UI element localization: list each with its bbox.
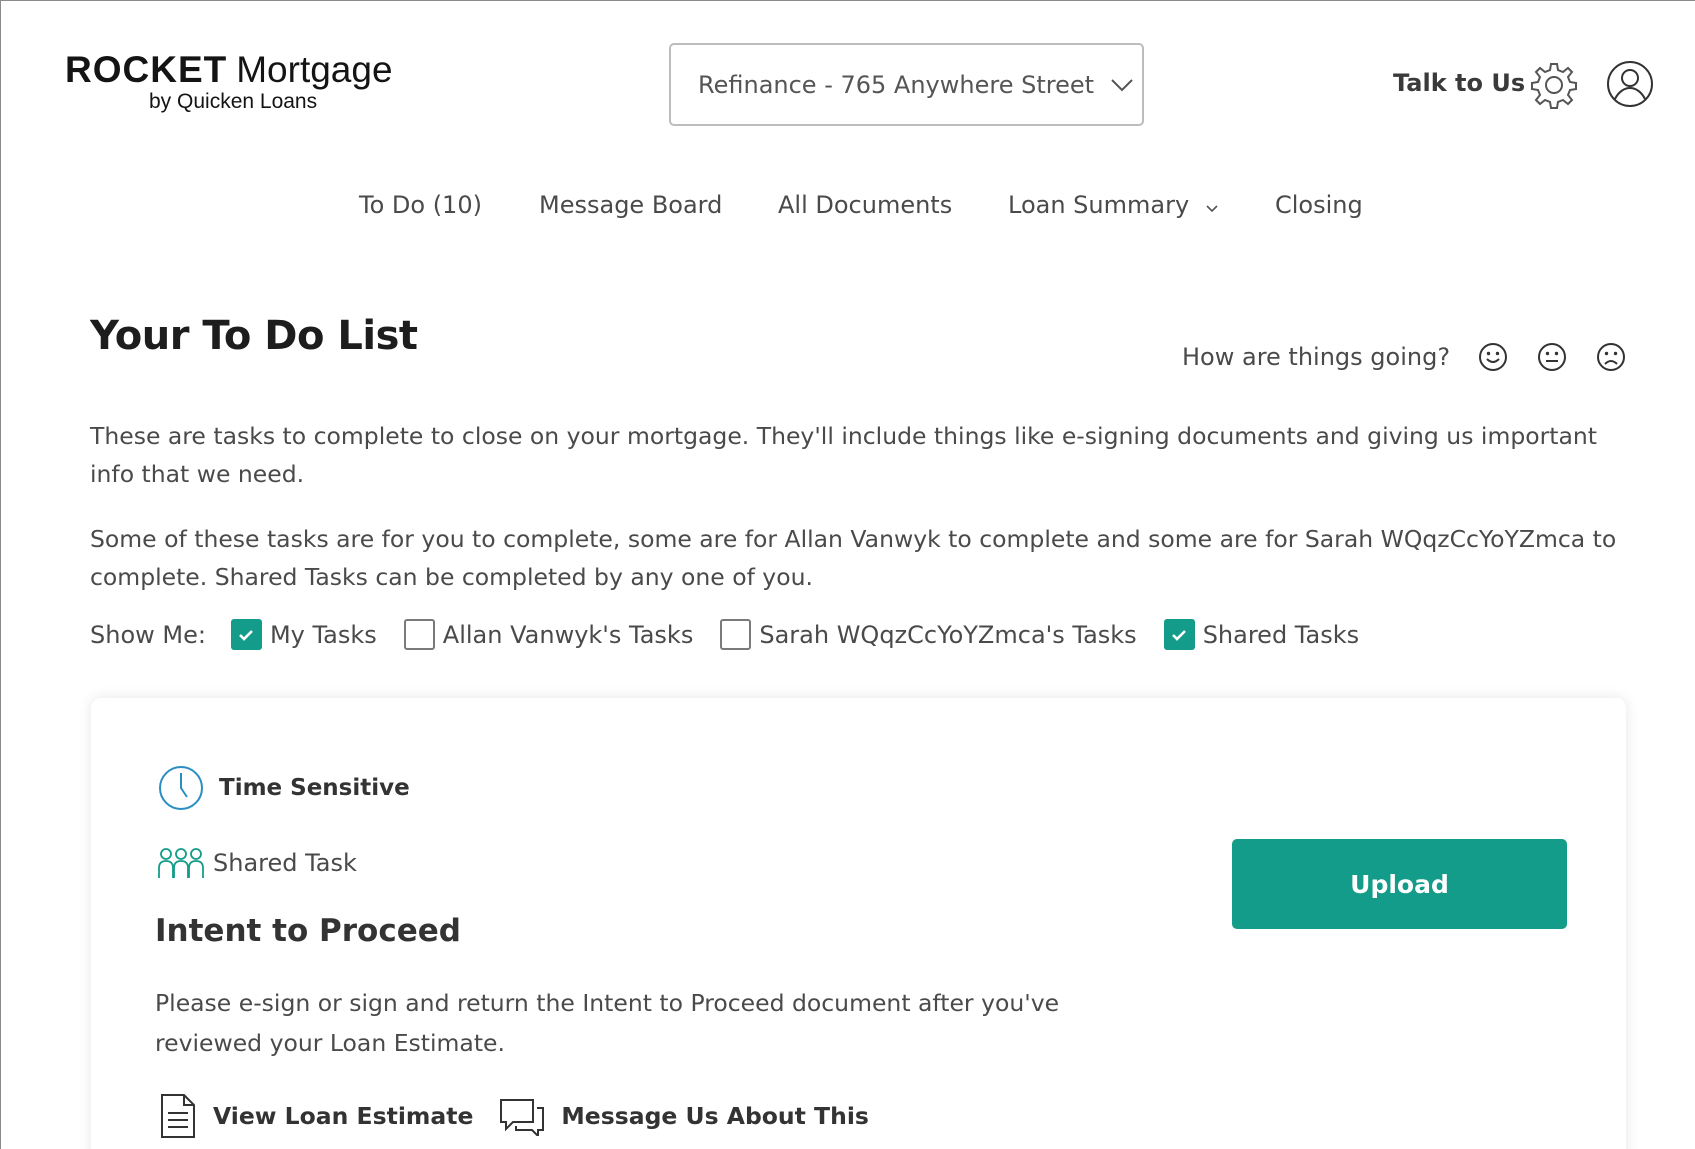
people-icon [158, 848, 204, 878]
nav-closing[interactable]: Closing [1275, 191, 1363, 219]
filter-label: My Tasks [269, 620, 377, 649]
filter-my-tasks[interactable]: My Tasks [230, 619, 377, 650]
user-account-icon[interactable] [1605, 59, 1655, 109]
task-links: View Loan Estimate Message Us About This [159, 1093, 895, 1139]
shared-task-tag: Shared Task [157, 846, 357, 880]
check-icon [1172, 629, 1187, 641]
nav-message-board[interactable]: Message Board [539, 191, 722, 219]
time-sensitive-label: Time Sensitive [219, 775, 410, 801]
shared-task-label: Shared Task [213, 849, 357, 877]
filter-allan-tasks[interactable]: Allan Vanwyk's Tasks [403, 619, 694, 650]
logo-subtitle: by Quicken Loans [149, 90, 318, 113]
nav-loan-summary[interactable]: Loan Summary [1008, 191, 1219, 220]
checkbox-unchecked[interactable] [720, 619, 752, 650]
filter-label: Shared Tasks [1202, 620, 1360, 649]
filter-sarah-tasks[interactable]: Sarah WQqzCcYoYZmca's Tasks [720, 619, 1137, 650]
task-owners-paragraph: Some of these tasks are for you to compl… [90, 525, 1617, 591]
view-loan-estimate-link[interactable]: View Loan Estimate [159, 1093, 473, 1139]
nav-loan-summary-label: Loan Summary [1008, 191, 1190, 219]
page-title: Your To Do List [90, 313, 418, 359]
filter-shared-tasks[interactable]: Shared Tasks [1163, 619, 1360, 650]
feedback-widget: How are things going? [1182, 341, 1627, 373]
main-nav: To Do (10) Message Board All Documents L… [1, 191, 1695, 223]
gear-icon[interactable] [1529, 60, 1579, 110]
logo-mortgage-text: Mortgage [236, 49, 393, 90]
app-frame: ROCKET Mortgage by Quicken Loans Refinan… [0, 0, 1695, 1149]
sad-face-icon[interactable] [1595, 341, 1627, 373]
document-icon [161, 1094, 195, 1138]
smile-icon[interactable] [1477, 341, 1509, 373]
loan-selector-value: Refinance - 765 Anywhere Street [698, 70, 1095, 99]
nav-all-documents[interactable]: All Documents [778, 191, 952, 219]
chevron-down-icon [1205, 192, 1219, 220]
upload-button[interactable]: Upload [1232, 839, 1567, 929]
clock-icon [159, 766, 203, 810]
neutral-face-icon[interactable] [1536, 341, 1568, 373]
checkbox-checked[interactable] [1163, 619, 1195, 650]
nav-todo[interactable]: To Do (10) [359, 191, 482, 219]
chevron-down-icon [1110, 77, 1134, 93]
time-sensitive-tag: Time Sensitive [157, 764, 410, 812]
message-us-label: Message Us About This [561, 1102, 869, 1130]
message-us-link[interactable]: Message Us About This [499, 1096, 869, 1136]
view-loan-estimate-label: View Loan Estimate [213, 1102, 474, 1130]
filters-label: Show Me: [90, 620, 206, 649]
task-description: Please e-sign or sign and return the Int… [155, 989, 1060, 1057]
loan-selector-dropdown[interactable]: Refinance - 765 Anywhere Street [669, 43, 1144, 126]
checkbox-unchecked[interactable] [403, 619, 435, 650]
logo-rocket-text: ROCKET [65, 49, 228, 90]
task-filters: Show Me: My Tasks Allan Vanwyk's Tasks S… [90, 619, 1386, 650]
check-icon [239, 629, 254, 641]
task-title: Intent to Proceed [155, 913, 461, 949]
feedback-prompt: How are things going? [1182, 343, 1451, 371]
task-card: Time Sensitive Shared Task Intent to Pro… [91, 698, 1626, 1149]
talk-to-us-link[interactable]: Talk to Us [1393, 69, 1525, 97]
chat-icon [500, 1099, 545, 1136]
rocket-mortgage-logo[interactable]: ROCKET Mortgage by Quicken Loans [65, 51, 393, 114]
intro-paragraph: These are tasks to complete to close on … [90, 422, 1598, 488]
filter-label: Allan Vanwyk's Tasks [442, 620, 694, 649]
checkbox-checked[interactable] [230, 619, 262, 650]
filter-label: Sarah WQqzCcYoYZmca's Tasks [759, 620, 1137, 649]
